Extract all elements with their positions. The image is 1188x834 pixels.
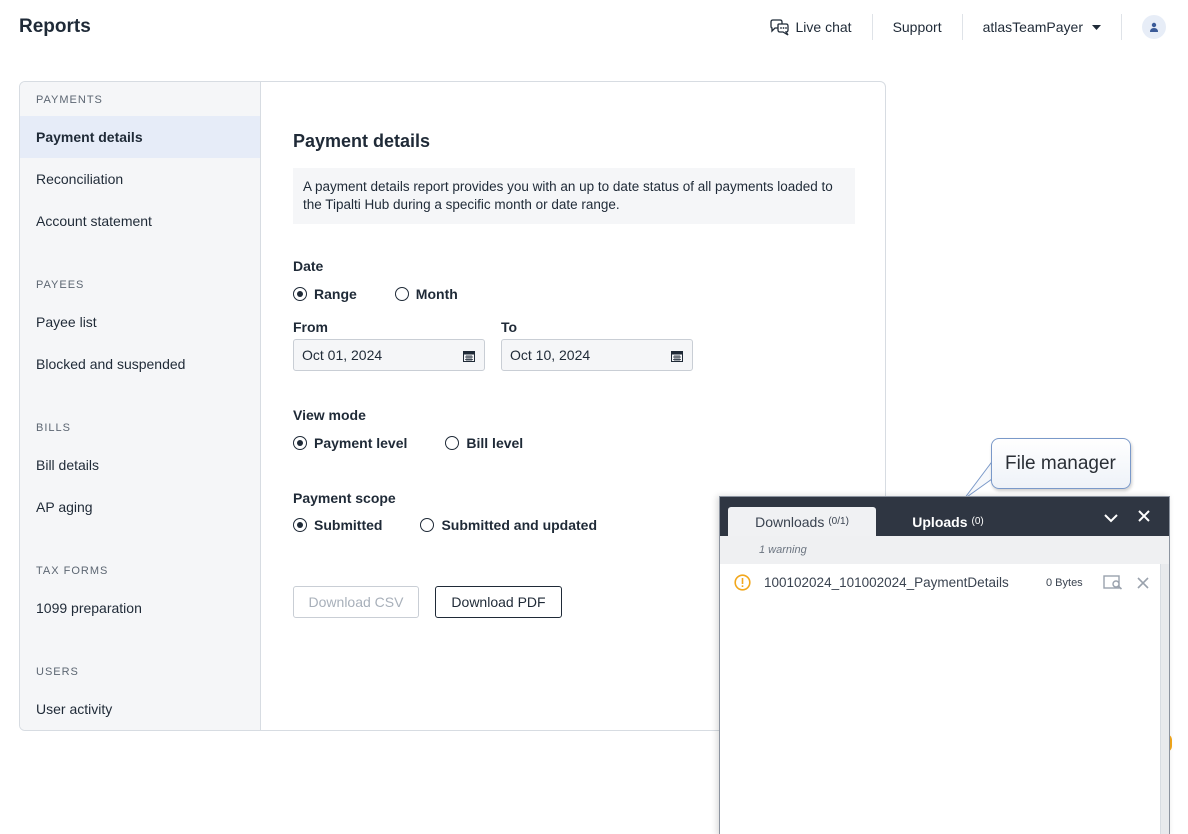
report-description: A payment details report provides you wi… [293, 168, 855, 224]
file-manager-header: Downloads (0/1) Uploads (0) [720, 497, 1169, 536]
live-chat-label: Live chat [795, 19, 852, 35]
sidebar-item-bill-details[interactable]: Bill details [20, 444, 260, 486]
radio-unchecked-icon [445, 436, 460, 450]
to-label: To [501, 319, 518, 335]
chat-icon [769, 18, 790, 36]
radio-submitted-updated[interactable]: Submitted and updated [420, 517, 597, 533]
remove-icon[interactable] [1137, 576, 1149, 594]
file-manager-panel: Downloads (0/1) Uploads (0) 1 warning 10… [719, 496, 1170, 834]
tab-uploads-count: (0) [971, 516, 984, 527]
support-link[interactable]: Support [873, 14, 962, 40]
section-label-tax-forms: TAX FORMS [36, 565, 109, 577]
payment-scope-group: Submitted Submitted and updated [293, 517, 635, 533]
radio-payment-level[interactable]: Payment level [293, 435, 407, 451]
file-size: 0 Bytes [1046, 577, 1083, 589]
sidebar-item-payment-details[interactable]: Payment details [20, 116, 260, 158]
top-navigation: Live chat Support atlasTeamPayer [749, 14, 1166, 40]
user-menu[interactable] [1122, 14, 1166, 40]
radio-checked-icon [293, 436, 307, 450]
sidebar-item-account-statement[interactable]: Account statement [20, 200, 260, 242]
collapse-chevron-icon[interactable] [1104, 510, 1118, 528]
tab-downloads-label: Downloads [755, 513, 825, 530]
tab-downloads[interactable]: Downloads (0/1) [728, 507, 876, 536]
from-label: From [293, 319, 328, 335]
account-menu[interactable]: atlasTeamPayer [963, 14, 1121, 40]
radio-month[interactable]: Month [394, 286, 458, 302]
section-label-bills: BILLS [36, 422, 71, 434]
radio-payment-level-label: Payment level [314, 435, 408, 451]
warning-summary: 1 warning [720, 536, 1169, 564]
radio-range-label: Range [314, 286, 357, 302]
page-title: Reports [19, 16, 91, 37]
account-name: atlasTeamPayer [982, 19, 1083, 35]
file-manager-callout: File manager [991, 438, 1131, 489]
radio-unchecked-icon [420, 518, 435, 532]
section-label-payees: PAYEES [36, 279, 85, 291]
view-mode-group: Payment level Bill level [293, 435, 561, 451]
reports-sidebar: PAYMENTS Payment details Reconciliation … [20, 82, 261, 730]
file-list: 100102024_101002024_PaymentDetails 0 Byt… [720, 564, 1162, 834]
sidebar-item-blocked-suspended[interactable]: Blocked and suspended [20, 343, 260, 385]
from-date-input[interactable]: Oct 01, 2024 [293, 339, 485, 371]
tab-uploads[interactable]: Uploads (0) [892, 507, 1004, 536]
radio-submitted-updated-label: Submitted and updated [441, 517, 598, 533]
user-avatar-icon [1142, 15, 1166, 39]
sidebar-item-payee-list[interactable]: Payee list [20, 301, 260, 343]
report-heading: Payment details [293, 131, 431, 151]
date-type-group: Range Month [293, 286, 496, 302]
warning-icon [734, 574, 751, 596]
sidebar-item-user-activity[interactable]: User activity [20, 688, 260, 730]
to-date-input[interactable]: Oct 10, 2024 [501, 339, 693, 371]
radio-submitted[interactable]: Submitted [293, 517, 382, 533]
radio-month-label: Month [415, 286, 458, 302]
to-date-value: Oct 10, 2024 [510, 347, 591, 363]
sidebar-item-1099-preparation[interactable]: 1099 preparation [20, 587, 260, 629]
radio-checked-icon [293, 287, 307, 301]
radio-unchecked-icon [394, 287, 409, 301]
radio-bill-level[interactable]: Bill level [445, 435, 523, 451]
download-pdf-button[interactable]: Download PDF [435, 586, 562, 618]
sidebar-item-ap-aging[interactable]: AP aging [20, 486, 260, 528]
payment-scope-label: Payment scope [293, 490, 396, 506]
file-name: 100102024_101002024_PaymentDetails [764, 575, 1009, 590]
live-chat-link[interactable]: Live chat [749, 14, 872, 40]
support-label: Support [892, 19, 942, 35]
radio-checked-icon [293, 518, 307, 532]
from-date-value: Oct 01, 2024 [302, 347, 383, 363]
calendar-icon[interactable] [463, 349, 475, 365]
caret-down-icon [1092, 24, 1101, 30]
tab-uploads-label: Uploads [912, 513, 968, 530]
file-row[interactable]: 100102024_101002024_PaymentDetails 0 Byt… [720, 564, 1162, 602]
close-icon[interactable] [1138, 509, 1150, 527]
scrollbar[interactable] [1160, 564, 1169, 834]
radio-range[interactable]: Range [293, 286, 357, 302]
reports-page: Reports Live chat Support atlasTeamPayer [0, 0, 1188, 834]
sidebar-item-reconciliation[interactable]: Reconciliation [20, 158, 260, 200]
preview-icon[interactable] [1103, 575, 1123, 595]
section-label-users: USERS [36, 666, 79, 678]
tab-downloads-count: (0/1) [828, 516, 849, 527]
calendar-icon[interactable] [671, 349, 683, 365]
date-label: Date [293, 258, 324, 274]
download-csv-button[interactable]: Download CSV [293, 586, 419, 618]
radio-submitted-label: Submitted [314, 517, 383, 533]
radio-bill-level-label: Bill level [466, 435, 524, 451]
section-label-payments: PAYMENTS [36, 94, 103, 106]
view-mode-label: View mode [293, 407, 366, 423]
